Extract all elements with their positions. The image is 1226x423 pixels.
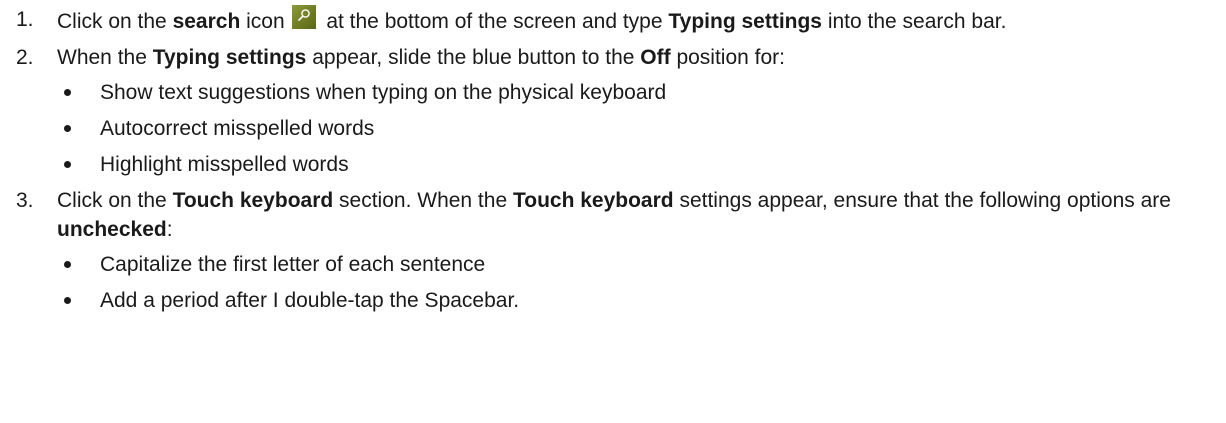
bullet-list: Capitalize the first letter of each sent… (57, 250, 1218, 315)
step-number: 1. (16, 8, 34, 31)
bold-text-run: unchecked (57, 218, 167, 241)
bold-text-run: Typing settings (668, 10, 822, 33)
text-run: into the search bar. (822, 10, 1007, 33)
text-run: When the (57, 46, 153, 69)
step-text: Click on the Touch keyboard section. Whe… (57, 186, 1218, 244)
bullet-icon (64, 261, 71, 268)
bullet-text: Highlight misspelled words (100, 153, 349, 176)
text-run: section. When the (333, 189, 513, 212)
bullet-text: Autocorrect misspelled words (100, 117, 375, 140)
bullet-icon (64, 125, 71, 132)
text-run: Click on the (57, 189, 173, 212)
bullet-text: Show text suggestions when typing on the… (100, 81, 667, 104)
text-run: settings appear, ensure that the followi… (673, 189, 1171, 212)
list-item: Autocorrect misspelled words (0, 114, 1218, 143)
text-run: : (166, 218, 173, 241)
bold-text-run: Touch keyboard (172, 189, 334, 212)
bold-text-run: Touch keyboard (512, 189, 674, 212)
step-3: 3. Click on the Touch keyboard section. … (0, 186, 1226, 315)
bullet-text: Capitalize the first letter of each sent… (100, 253, 486, 276)
step-1: 1. Click on the search icon at the botto… (0, 5, 1226, 36)
bold-text-run: search (172, 10, 241, 33)
list-item: Highlight misspelled words (0, 150, 1218, 179)
bullet-icon (64, 297, 71, 304)
step-text: Click on the search icon at the bottom o… (57, 5, 1218, 36)
bullet-icon (64, 89, 71, 96)
list-item: Show text suggestions when typing on the… (0, 78, 1218, 107)
text-run: Click on the (57, 10, 173, 33)
list-item: Capitalize the first letter of each sent… (0, 250, 1218, 279)
text-run: icon (240, 10, 291, 33)
step-2: 2. When the Typing settings appear, slid… (0, 43, 1226, 179)
text-run: position for: (670, 46, 786, 69)
bold-text-run: Typing settings (152, 46, 307, 69)
list-item: Add a period after I double-tap the Spac… (0, 286, 1218, 315)
search-icon (292, 5, 317, 29)
step-number: 2. (16, 46, 34, 69)
bold-text-run: Off (640, 46, 671, 69)
instructions-document: 1. Click on the search icon at the botto… (0, 0, 1226, 423)
bullet-icon (64, 161, 71, 168)
text-run: at the bottom of the screen and type (320, 10, 669, 33)
text-run: appear, slide the blue button to the (306, 46, 641, 69)
step-number: 3. (16, 189, 34, 212)
bullet-text: Add a period after I double-tap the Spac… (100, 289, 520, 312)
bullet-list: Show text suggestions when typing on the… (57, 78, 1218, 179)
step-text: When the Typing settings appear, slide t… (57, 43, 1218, 72)
